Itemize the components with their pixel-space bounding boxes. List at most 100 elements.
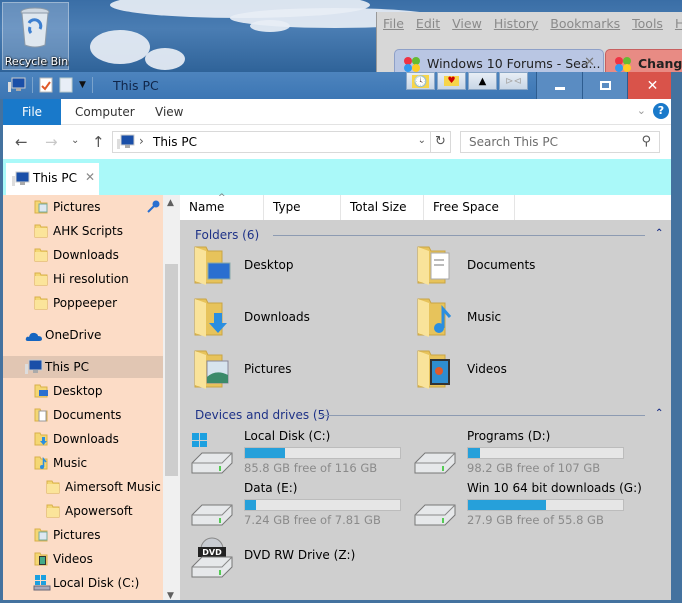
breadcrumb-separator[interactable]: › [139, 134, 144, 148]
collapse-drives-icon[interactable]: ⌃ [655, 408, 663, 419]
folder-tile-downloads[interactable]: Downloads [192, 295, 402, 345]
title-bar[interactable]: ▼ This PC 🕓 ♥ ▲ ⊳⊲ ✕ [0, 72, 682, 99]
refresh-icon[interactable]: ↻ [430, 132, 450, 152]
folder-label: Music [467, 310, 502, 324]
search-input[interactable]: Search This PC ⚲ [460, 131, 660, 153]
sidebar-item-label: Aimersoft Music R [65, 480, 163, 494]
sidebar-item-apowersoft[interactable]: Apowersoft [3, 500, 163, 522]
drive-tile[interactable]: Programs (D:) 98.2 GB free of 107 GB [414, 429, 645, 479]
ff-menu-help[interactable]: Help [675, 16, 682, 31]
properties-icon[interactable] [39, 77, 53, 93]
customize-dropdown-icon[interactable]: ▼ [79, 80, 86, 90]
close-button[interactable]: ✕ [627, 72, 677, 99]
sidebar-item-documents[interactable]: Documents [3, 404, 163, 426]
drive-tile[interactable]: Win 10 64 bit downloads (G:) 27.9 GB free… [414, 481, 645, 531]
up-button[interactable]: ↑ [92, 133, 105, 151]
expand-ribbon-icon[interactable]: ⌄ [637, 104, 646, 117]
sidebar-item-poppeeper[interactable]: Poppeeper [3, 292, 163, 314]
sidebar-item-pictures[interactable]: Pictures [3, 196, 163, 218]
move-up-button[interactable]: ▲ [468, 72, 497, 90]
drive-free-space: 7.24 GB free of 7.81 GB [244, 513, 381, 527]
folder-tile-documents[interactable]: Documents [415, 243, 625, 293]
forward-button[interactable]: → [45, 133, 58, 151]
help-icon[interactable]: ? [653, 103, 669, 119]
navigation-pane-scrollbar[interactable]: ▲ ▼ [163, 195, 180, 603]
svg-text:DVD: DVD [202, 548, 222, 557]
documents-folder-icon [33, 407, 49, 430]
column-name[interactable]: ^ Name [180, 193, 264, 220]
close-tab-icon[interactable]: ✕ [85, 170, 95, 184]
sidebar-item-local-disk-c[interactable]: Local Disk (C:) [3, 572, 163, 594]
ff-menu-history[interactable]: History [494, 16, 538, 31]
address-bar[interactable]: › This PC ⌄ ↻ [112, 131, 451, 153]
ff-menu-edit[interactable]: Edit [416, 16, 440, 31]
folder-tile-pictures[interactable]: Pictures [192, 347, 402, 397]
column-free-space[interactable]: Free Space [424, 195, 515, 220]
column-type[interactable]: Type [264, 195, 341, 220]
search-icon[interactable]: ⚲ [641, 134, 651, 149]
sidebar-item-ahk-scripts[interactable]: AHK Scripts [3, 220, 163, 242]
column-headers: ^ Name Type Total Size Free Space [180, 193, 671, 220]
sidebar-item-downloads[interactable]: Downloads [3, 244, 163, 266]
drive-tile[interactable]: DVD DVD RW Drive (Z:) [191, 533, 422, 583]
folder-label: Desktop [244, 258, 294, 272]
folders-group-header[interactable]: Folders (6) [195, 228, 259, 242]
drive-tile[interactable]: Data (E:) 7.24 GB free of 7.81 GB [191, 481, 422, 531]
folder-icon [33, 223, 49, 246]
pinned-icon[interactable] [146, 199, 160, 221]
folder-tile-videos[interactable]: Videos [415, 347, 625, 397]
this-pc-icon [8, 77, 26, 92]
drive-usage-fill [468, 500, 546, 510]
ribbon-tab-view[interactable]: View [143, 99, 195, 125]
back-button[interactable]: ← [15, 133, 28, 151]
desktop-folder-icon [194, 246, 231, 285]
new-folder-icon[interactable] [59, 77, 73, 93]
group-divider [320, 415, 645, 416]
sidebar-item-label: Downloads [53, 248, 119, 262]
recent-locations-button[interactable]: ⌄ [71, 135, 79, 146]
sidebar-item-hi-resolution[interactable]: Hi resolution [3, 268, 163, 290]
sidebar-item-label: Music [53, 456, 88, 470]
ff-menu-tools[interactable]: Tools [632, 16, 663, 31]
column-total-size[interactable]: Total Size [341, 195, 424, 220]
pin-button[interactable]: ⊳⊲ [499, 72, 528, 90]
recent-folder-clock-button[interactable]: 🕓 [406, 72, 435, 90]
sidebar-item-onedrive[interactable]: OneDrive [3, 324, 163, 346]
ribbon-tab-file[interactable]: File [3, 99, 61, 125]
drives-group-header[interactable]: Devices and drives (5) [195, 408, 330, 422]
scroll-up-icon[interactable]: ▲ [167, 198, 174, 208]
address-dropdown-icon[interactable]: ⌄ [418, 135, 426, 146]
tab-label: This PC [33, 171, 77, 185]
ff-menu-view[interactable]: View [452, 16, 482, 31]
folder-icon [45, 503, 61, 526]
sidebar-item-downloads[interactable]: Downloads [3, 428, 163, 450]
this-pc-icon [117, 134, 135, 149]
recycle-bin[interactable]: Recycle Bin [2, 2, 69, 70]
hard-drive-icon [414, 504, 456, 526]
sidebar-item-pictures[interactable]: Pictures [3, 524, 163, 546]
maximize-button[interactable] [582, 72, 627, 99]
sidebar-item-this-pc[interactable]: This PC [3, 356, 163, 378]
sidebar-item-label: Pictures [53, 528, 101, 542]
sidebar-item-label: Downloads [53, 432, 119, 446]
folder-tile-desktop[interactable]: Desktop [192, 243, 402, 293]
drive-tile[interactable]: Local Disk (C:) 85.8 GB free of 116 GB [191, 429, 422, 479]
folder-tile-music[interactable]: Music [415, 295, 625, 345]
sidebar-item-desktop[interactable]: Desktop [3, 380, 163, 402]
music-folder-icon [417, 298, 452, 337]
ff-menu-bookmarks[interactable]: Bookmarks [550, 16, 620, 31]
favorite-folder-button[interactable]: ♥ [437, 72, 466, 90]
breadcrumb-this-pc[interactable]: This PC [153, 135, 197, 149]
close-icon[interactable]: ✕ [584, 55, 595, 70]
sidebar-item-videos[interactable]: Videos [3, 548, 163, 570]
ff-menu-file[interactable]: File [383, 16, 404, 31]
sidebar-item-music[interactable]: Music [3, 452, 163, 474]
drive-usage-fill [468, 448, 481, 458]
ribbon-tab-computer[interactable]: Computer [63, 99, 147, 125]
tab-this-pc[interactable]: This PC ✕ [6, 163, 99, 195]
collapse-folders-icon[interactable]: ⌃ [655, 228, 663, 239]
sidebar-item-aimersoft-music-r[interactable]: Aimersoft Music R [3, 476, 163, 498]
ff-tab-label: Windows 10 Forums - Sea... [427, 56, 601, 71]
scrollbar-thumb[interactable] [165, 264, 178, 476]
minimize-button[interactable] [536, 72, 582, 99]
